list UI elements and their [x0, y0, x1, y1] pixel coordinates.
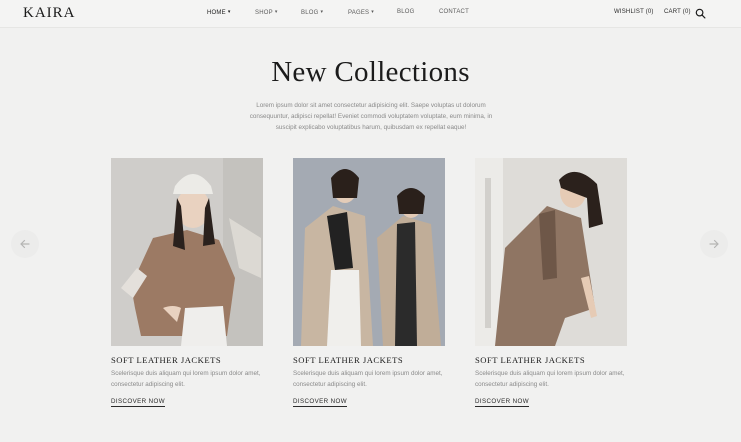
discover-now-link[interactable]: DISCOVER NOW	[475, 398, 529, 407]
product-title: SOFT LEATHER JACKETS	[111, 355, 222, 365]
wishlist-link[interactable]: WISHLIST (0)	[614, 9, 654, 15]
nav-item-label: BLOG	[301, 10, 319, 16]
arrow-left-icon	[20, 239, 30, 249]
nav-item-label: BLOG	[397, 9, 415, 15]
arrow-right-icon	[709, 239, 719, 249]
nav-item-home[interactable]: HOME ▾	[207, 9, 231, 16]
product-description: Scelerisque duis aliquam qui lorem ipsum…	[475, 370, 625, 388]
caret-down-icon: ▾	[371, 9, 374, 15]
nav-item-blog[interactable]: BLOG	[397, 9, 414, 15]
caret-down-icon: ▾	[274, 9, 278, 15]
product-description: Scelerisque duis aliquam qui lorem ipsum…	[293, 370, 443, 388]
product-description: Scelerisque duis aliquam qui lorem ipsum…	[111, 370, 261, 388]
carousel-prev-button[interactable]	[11, 230, 39, 258]
product-photo[interactable]	[111, 158, 263, 346]
discover-now-link[interactable]: DISCOVER NOW	[293, 398, 347, 407]
discover-now-link[interactable]: DISCOVER NOW	[111, 398, 165, 407]
carousel-next-button[interactable]	[700, 230, 728, 258]
caret-down-icon: ▾	[227, 9, 231, 15]
nav-item-label: CONTACT	[439, 9, 469, 15]
nav-item-shop[interactable]: SHOP ▾	[255, 9, 278, 16]
cart-link[interactable]: CART (0)	[664, 9, 691, 15]
nav-item-label: SHOP	[255, 10, 273, 16]
nav-item-label: PAGES	[348, 10, 370, 16]
search-icon[interactable]	[695, 8, 706, 19]
product-title: SOFT LEATHER JACKETS	[475, 355, 586, 365]
nav-item-pages[interactable]: PAGES ▾	[348, 9, 374, 16]
product-photo[interactable]	[293, 158, 445, 346]
nav-item-label: HOME	[207, 10, 226, 16]
caret-down-icon: ▾	[320, 9, 324, 15]
nav-item-contact[interactable]: CONTACT	[439, 9, 469, 15]
nav-item-blog-dropdown[interactable]: BLOG ▾	[301, 9, 323, 16]
product-photo[interactable]	[475, 158, 627, 346]
section-title: New Collections	[271, 56, 470, 88]
product-title: SOFT LEATHER JACKETS	[293, 355, 404, 365]
site-header: KAIRA HOME ▾ SHOP ▾ BLOG ▾ PAGES ▾ BLOG CONT…	[0, 0, 741, 28]
section-intro: Lorem ipsum dolor sit amet consectetur a…	[249, 102, 493, 131]
